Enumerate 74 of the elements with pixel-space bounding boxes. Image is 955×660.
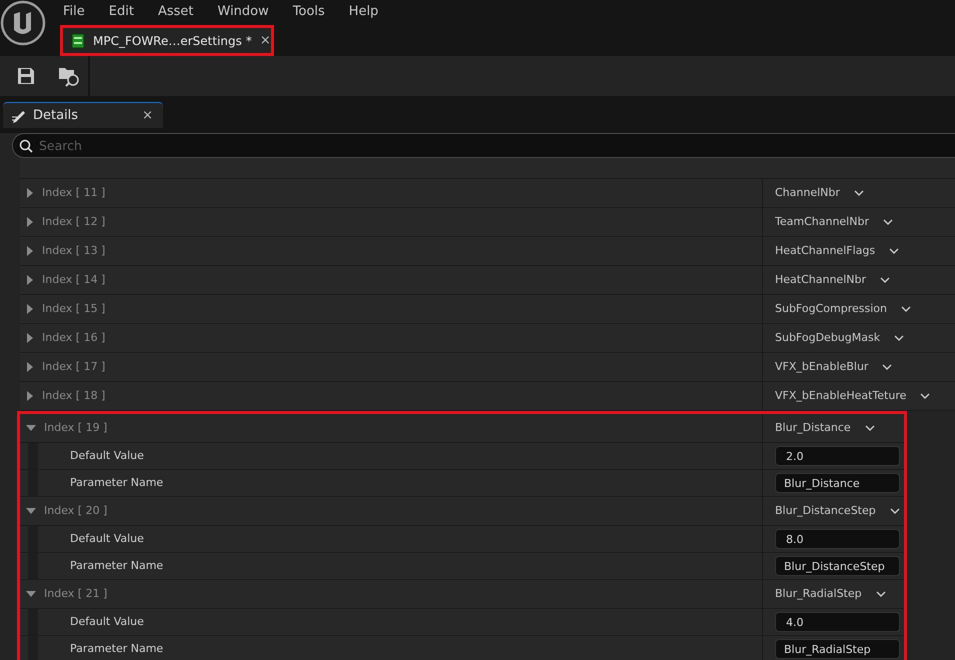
property-label: Default Value <box>69 448 144 464</box>
index-label: Index [ 21 ] <box>44 586 108 602</box>
parameter-value: HeatChannelNbr <box>775 272 866 288</box>
menu-item[interactable]: Help <box>348 2 378 22</box>
input-field[interactable]: Blur_Distance <box>775 473 900 493</box>
chevron-down-icon[interactable] <box>880 277 890 283</box>
collapse-arrow-icon[interactable] <box>26 507 36 515</box>
chevron-down-icon[interactable] <box>882 219 893 225</box>
index-label: Index [ 12 ] <box>42 214 106 230</box>
input-field[interactable]: Blur_RadialStep <box>775 639 900 659</box>
parameter-value: SubFogCompression <box>775 300 887 317</box>
expand-arrow-icon[interactable] <box>26 217 34 227</box>
menu-item[interactable]: Tools <box>292 2 325 22</box>
expand-arrow-icon[interactable] <box>26 333 34 343</box>
menu-item[interactable]: File <box>63 2 85 22</box>
document-tab[interactable]: MPC_FOWRe…erSettings * × <box>60 25 274 56</box>
chevron-down-icon[interactable] <box>864 425 875 431</box>
expand-arrow-icon[interactable] <box>26 391 34 401</box>
number-field[interactable]: 4.0 <box>775 612 900 632</box>
save-icon[interactable] <box>17 67 35 85</box>
collapse-arrow-icon[interactable] <box>26 424 36 432</box>
menu-item[interactable]: Edit <box>108 2 134 22</box>
chevron-down-icon[interactable] <box>890 508 900 514</box>
expand-arrow-icon[interactable] <box>26 246 34 256</box>
index-label: Index [ 15 ] <box>42 300 106 317</box>
number-field[interactable]: 2.0 <box>775 446 900 466</box>
parameter-value: Blur_RadialStep <box>775 586 862 602</box>
chevron-down-icon[interactable] <box>876 591 886 597</box>
parameter-value: VFX_bEnableHeatTeture <box>775 388 906 404</box>
chevron-down-icon[interactable] <box>920 393 930 399</box>
asset-icon <box>71 32 85 48</box>
details-tab[interactable]: Details × <box>3 102 163 128</box>
tab-title: MPC_FOWRe…erSettings <box>93 32 242 50</box>
property-label: Parameter Name <box>69 474 164 491</box>
parameter-value: VFX_bEnableBlur <box>775 358 868 375</box>
parameter-value: ChannelNbr <box>775 184 840 201</box>
menu-item[interactable]: Window <box>218 2 269 22</box>
collapse-arrow-icon[interactable] <box>26 590 36 598</box>
modified-mark: * <box>246 32 252 50</box>
input-field[interactable]: Blur_DistanceStep <box>775 556 900 576</box>
index-label: Index [ 14 ] <box>42 272 106 288</box>
tab-title: Details <box>33 106 80 125</box>
chevron-down-icon[interactable] <box>854 190 864 196</box>
expand-arrow-icon[interactable] <box>26 188 34 198</box>
parameter-value: Blur_DistanceStep <box>775 502 876 519</box>
index-label: Index [ 17 ] <box>42 358 106 375</box>
chevron-down-icon[interactable] <box>882 364 892 370</box>
expand-arrow-icon[interactable] <box>26 275 34 285</box>
index-label: Index [ 18 ] <box>42 388 106 404</box>
parameter-value: HeatChannelFlags <box>775 242 876 259</box>
index-label: Index [ 13 ] <box>42 242 106 259</box>
number-field[interactable]: 8.0 <box>775 529 900 549</box>
close-button[interactable]: × <box>260 30 271 50</box>
property-label: Parameter Name <box>69 558 164 574</box>
property-label: Default Value <box>69 530 144 547</box>
index-label: Index [ 11 ] <box>42 184 106 201</box>
chevron-down-icon[interactable] <box>894 335 904 341</box>
property-label: Default Value <box>69 614 144 630</box>
search-icon <box>19 139 33 153</box>
parameter-value: TeamChannelNbr <box>775 214 869 230</box>
index-label: Index [ 19 ] <box>44 420 108 436</box>
search-field[interactable]: Search <box>12 133 955 158</box>
parameter-value: SubFogDebugMask <box>775 330 880 346</box>
index-label: Index [ 20 ] <box>44 502 108 519</box>
property-label: Parameter Name <box>69 640 164 657</box>
folder-search-icon[interactable] <box>58 65 80 87</box>
chevron-down-icon[interactable] <box>900 306 911 312</box>
chevron-down-icon[interactable] <box>889 248 900 254</box>
parameter-value: Blur_Distance <box>775 420 851 436</box>
index-label: Index [ 16 ] <box>42 330 106 346</box>
expand-arrow-icon[interactable] <box>26 304 34 314</box>
menu-item[interactable]: Asset <box>158 2 194 22</box>
close-button[interactable]: × <box>142 106 153 126</box>
expand-arrow-icon[interactable] <box>26 362 34 372</box>
